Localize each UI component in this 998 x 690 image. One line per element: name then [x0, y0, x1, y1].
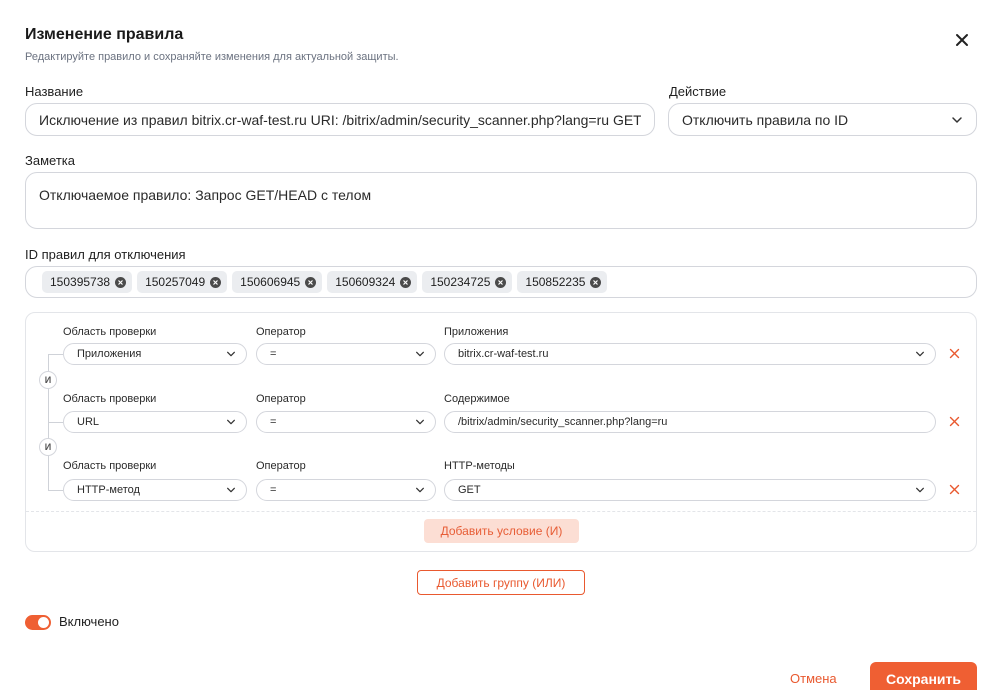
operator-label: Оператор	[256, 326, 306, 338]
value-label: HTTP-методы	[444, 460, 515, 472]
chevron-down-icon	[416, 487, 424, 493]
tree-connector	[48, 354, 63, 355]
chevron-down-icon	[916, 351, 924, 357]
chevron-down-icon	[227, 419, 235, 425]
rule-ids-input[interactable]: 150395738 150257049 150606945 150609324 …	[25, 266, 977, 298]
enabled-toggle[interactable]	[25, 615, 51, 630]
scope-select[interactable]: URL	[63, 411, 247, 433]
chevron-down-icon	[952, 116, 962, 123]
operator-select[interactable]: =	[256, 343, 436, 365]
rule-id-tag: 150606945	[232, 271, 323, 293]
tree-connector	[48, 422, 63, 423]
close-icon[interactable]	[953, 31, 971, 49]
scope-label: Область проверки	[63, 393, 157, 405]
operator-label: Оператор	[256, 393, 306, 405]
rule-id-tag: 150395738	[42, 271, 133, 293]
scope-label: Область проверки	[63, 326, 157, 338]
save-button[interactable]: Сохранить	[870, 662, 977, 690]
delete-condition-icon[interactable]	[949, 484, 960, 495]
dialog-title: Изменение правила	[25, 26, 184, 43]
and-badge: И	[39, 371, 57, 389]
chevron-down-icon	[227, 487, 235, 493]
name-value: Исключение из правил bitrix.cr-waf-test.…	[39, 111, 641, 128]
name-label: Название	[25, 84, 84, 99]
delete-condition-icon[interactable]	[949, 348, 960, 359]
rule-id-tag: 150257049	[137, 271, 228, 293]
remove-tag-icon[interactable]	[495, 276, 507, 288]
remove-tag-icon[interactable]	[210, 276, 222, 288]
scope-label: Область проверки	[63, 460, 157, 472]
action-select[interactable]: Отключить правила по ID	[668, 103, 977, 136]
toggle-knob	[38, 617, 49, 628]
scope-select[interactable]: HTTP-метод	[63, 479, 247, 501]
rule-id-tag: 150852235	[517, 271, 608, 293]
rule-ids-label: ID правил для отключения	[25, 247, 186, 262]
value-label: Приложения	[444, 326, 509, 338]
rule-id-tag: 150609324	[327, 271, 418, 293]
enabled-label: Включено	[59, 614, 119, 629]
rule-id-tag: 150234725	[422, 271, 513, 293]
dialog-subtitle: Редактируйте правило и сохраняйте измене…	[25, 51, 399, 63]
note-label: Заметка	[25, 153, 75, 168]
remove-tag-icon[interactable]	[590, 276, 602, 288]
operator-label: Оператор	[256, 460, 306, 472]
applications-select[interactable]: bitrix.cr-waf-test.ru	[444, 343, 936, 365]
add-condition-button[interactable]: Добавить условие (И)	[424, 519, 579, 543]
note-value: Отключаемое правило: Запрос GET/HEAD с т…	[39, 187, 372, 203]
operator-select[interactable]: =	[256, 411, 436, 433]
and-badge: И	[39, 438, 57, 456]
content-input[interactable]: /bitrix/admin/security_scanner.php?lang=…	[444, 411, 936, 433]
cancel-button[interactable]: Отмена	[790, 671, 837, 686]
remove-tag-icon[interactable]	[115, 276, 127, 288]
group-divider	[26, 511, 976, 512]
delete-condition-icon[interactable]	[949, 416, 960, 427]
name-input[interactable]: Исключение из правил bitrix.cr-waf-test.…	[25, 103, 655, 136]
remove-tag-icon[interactable]	[400, 276, 412, 288]
chevron-down-icon	[916, 487, 924, 493]
operator-select[interactable]: =	[256, 479, 436, 501]
note-textarea[interactable]: Отключаемое правило: Запрос GET/HEAD с т…	[25, 172, 977, 229]
value-label: Содержимое	[444, 393, 510, 405]
chevron-down-icon	[416, 351, 424, 357]
scope-select[interactable]: Приложения	[63, 343, 247, 365]
chevron-down-icon	[227, 351, 235, 357]
add-group-button[interactable]: Добавить группу (ИЛИ)	[417, 570, 585, 595]
remove-tag-icon[interactable]	[305, 276, 317, 288]
chevron-down-icon	[416, 419, 424, 425]
tree-connector	[48, 490, 63, 491]
action-value: Отключить правила по ID	[682, 111, 849, 128]
action-label: Действие	[669, 84, 727, 99]
http-methods-select[interactable]: GET	[444, 479, 936, 501]
